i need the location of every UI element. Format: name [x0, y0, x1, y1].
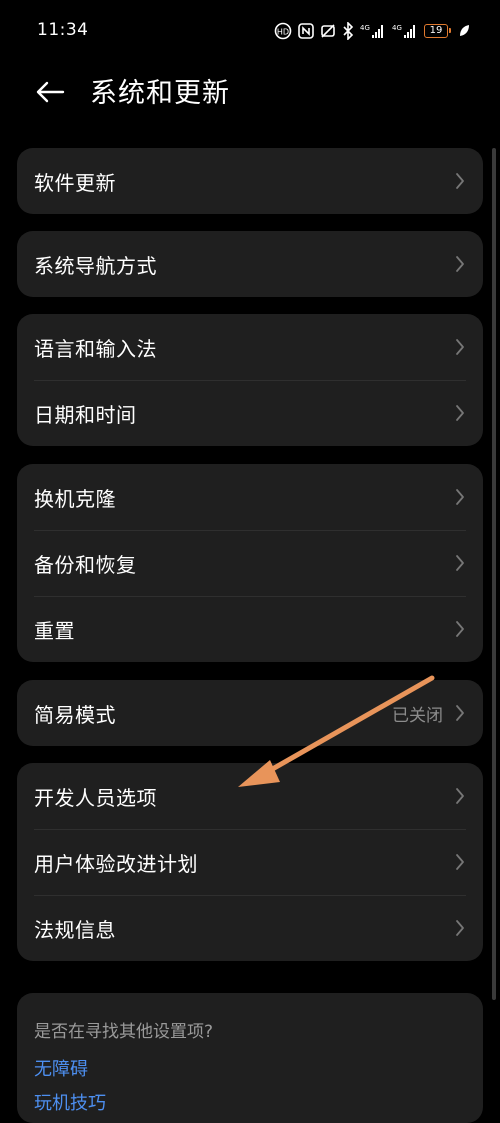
status-time: 11:34 — [37, 20, 89, 40]
chevron-right-icon — [456, 405, 464, 421]
settings-group-software-update: 软件更新 — [17, 148, 483, 214]
list-item-phone-clone[interactable]: 换机克隆 — [17, 464, 483, 530]
settings-group-backup: 换机克隆 备份和恢复 重置 — [17, 464, 483, 662]
status-bar: 11:34 HD 4G 4G 19 — [0, 0, 500, 62]
list-item-label: 软件更新 — [34, 170, 116, 195]
chevron-right-icon — [456, 788, 464, 804]
signal-4g-icon: 4G — [392, 22, 418, 40]
list-item-label: 法规信息 — [34, 917, 116, 942]
list-item-reset[interactable]: 重置 — [17, 596, 483, 662]
chevron-right-icon — [456, 920, 464, 936]
chevron-right-icon — [456, 705, 464, 721]
status-icons: HD 4G 4G 19 — [274, 21, 470, 41]
list-item-system-navigation[interactable]: 系统导航方式 — [17, 231, 483, 297]
suggestions-title: 是否在寻找其他设置项? — [34, 1022, 214, 1042]
svg-text:4G: 4G — [392, 24, 402, 32]
wifi-calling-icon: HD — [274, 22, 292, 40]
chevron-right-icon — [456, 621, 464, 637]
header: 系统和更新 — [0, 62, 500, 126]
suggestions-card: 是否在寻找其他设置项? 无障碍 玩机技巧 — [17, 993, 483, 1123]
list-item-label: 简易模式 — [34, 702, 116, 727]
settings-group-developer: 开发人员选项 用户体验改进计划 法规信息 — [17, 763, 483, 961]
list-item-backup-restore[interactable]: 备份和恢复 — [17, 530, 483, 596]
list-item-regulatory-info[interactable]: 法规信息 — [17, 895, 483, 961]
chevron-right-icon — [456, 489, 464, 505]
list-item-language-input[interactable]: 语言和输入法 — [17, 314, 483, 380]
scrollbar[interactable] — [492, 148, 496, 1000]
nfc-icon — [298, 23, 314, 39]
chevron-right-icon — [456, 256, 464, 272]
battery-icon: 19 — [424, 24, 451, 38]
list-item-date-time[interactable]: 日期和时间 — [17, 380, 483, 446]
chevron-right-icon — [456, 555, 464, 571]
back-button[interactable] — [30, 76, 70, 112]
list-item-simple-mode[interactable]: 简易模式 已关闭 — [17, 680, 483, 746]
list-item-value: 已关闭 — [392, 705, 443, 726]
chevron-right-icon — [456, 854, 464, 870]
leaf-icon — [458, 24, 470, 38]
svg-text:HD: HD — [277, 28, 289, 37]
page-title: 系统和更新 — [90, 78, 230, 109]
svg-text:4G: 4G — [360, 24, 370, 32]
list-item-software-update[interactable]: 软件更新 — [17, 148, 483, 214]
list-item-user-experience[interactable]: 用户体验改进计划 — [17, 829, 483, 895]
list-item-label: 备份和恢复 — [34, 552, 137, 577]
link-tips[interactable]: 玩机技巧 — [34, 1089, 106, 1115]
list-item-label: 语言和输入法 — [34, 336, 157, 361]
list-item-label: 换机克隆 — [34, 486, 116, 511]
list-item-label: 系统导航方式 — [34, 253, 157, 278]
chevron-right-icon — [456, 173, 464, 189]
list-item-developer-options[interactable]: 开发人员选项 — [17, 763, 483, 829]
arrow-left-icon — [35, 80, 65, 108]
settings-group-simple-mode: 简易模式 已关闭 — [17, 680, 483, 746]
settings-group-language-time: 语言和输入法 日期和时间 — [17, 314, 483, 446]
list-item-label: 用户体验改进计划 — [34, 851, 198, 876]
signal-4g-icon: 4G — [360, 22, 386, 40]
bluetooth-icon — [342, 22, 354, 40]
silent-icon — [320, 23, 336, 39]
settings-group-navigation: 系统导航方式 — [17, 231, 483, 297]
list-item-label: 开发人员选项 — [34, 785, 157, 810]
chevron-right-icon — [456, 339, 464, 355]
link-accessibility[interactable]: 无障碍 — [34, 1055, 88, 1081]
list-item-label: 重置 — [34, 618, 75, 643]
list-item-label: 日期和时间 — [34, 402, 137, 427]
